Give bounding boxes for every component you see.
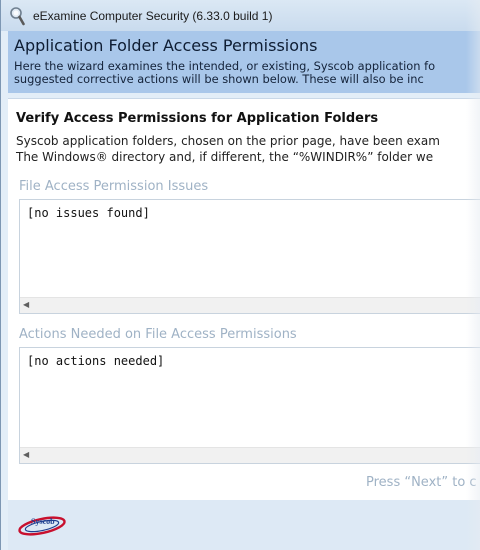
window-title: eExamine Computer Security (6.33.0 build… [33,9,273,23]
wizard-content: Verify Access Permissions for Applicatio… [8,98,480,501]
issues-label: File Access Permission Issues [19,179,209,194]
section-title: Verify Access Permissions for Applicatio… [16,111,379,126]
issues-horizontal-scrollbar[interactable]: ◀ [20,297,480,313]
next-hint: Press “Next” to c [366,475,477,490]
section-description: Syscob application folders, chosen on th… [16,133,480,165]
page-title: Application Folder Access Permissions [14,36,318,55]
page-description: Here the wizard examines the intended, o… [14,60,480,86]
wizard-footer: Syscob [8,500,480,550]
wizard-header: Application Folder Access Permissions He… [8,31,480,93]
scroll-left-arrow-icon[interactable]: ◀ [23,449,33,461]
issues-listbox[interactable]: [no issues found] ◀ [19,199,480,314]
section-description-line: The Windows® directory and, if different… [16,150,434,164]
page-description-line: suggested corrective actions will be sho… [14,72,424,86]
section-description-line: Syscob application folders, chosen on th… [16,134,440,148]
actions-text: [no actions needed] [27,354,165,368]
logo-text: Syscob [31,517,55,526]
syscob-logo: Syscob [18,516,66,536]
actions-label: Actions Needed on File Access Permission… [19,327,297,342]
actions-listbox[interactable]: [no actions needed] ◀ [19,347,480,464]
wizard-window: eExamine Computer Security (6.33.0 build… [0,0,480,550]
title-bar[interactable]: eExamine Computer Security (6.33.0 build… [1,0,480,31]
actions-horizontal-scrollbar[interactable]: ◀ [20,447,480,463]
issues-text: [no issues found] [27,206,150,220]
scroll-left-arrow-icon[interactable]: ◀ [23,299,33,311]
magnifier-app-icon [10,7,25,26]
